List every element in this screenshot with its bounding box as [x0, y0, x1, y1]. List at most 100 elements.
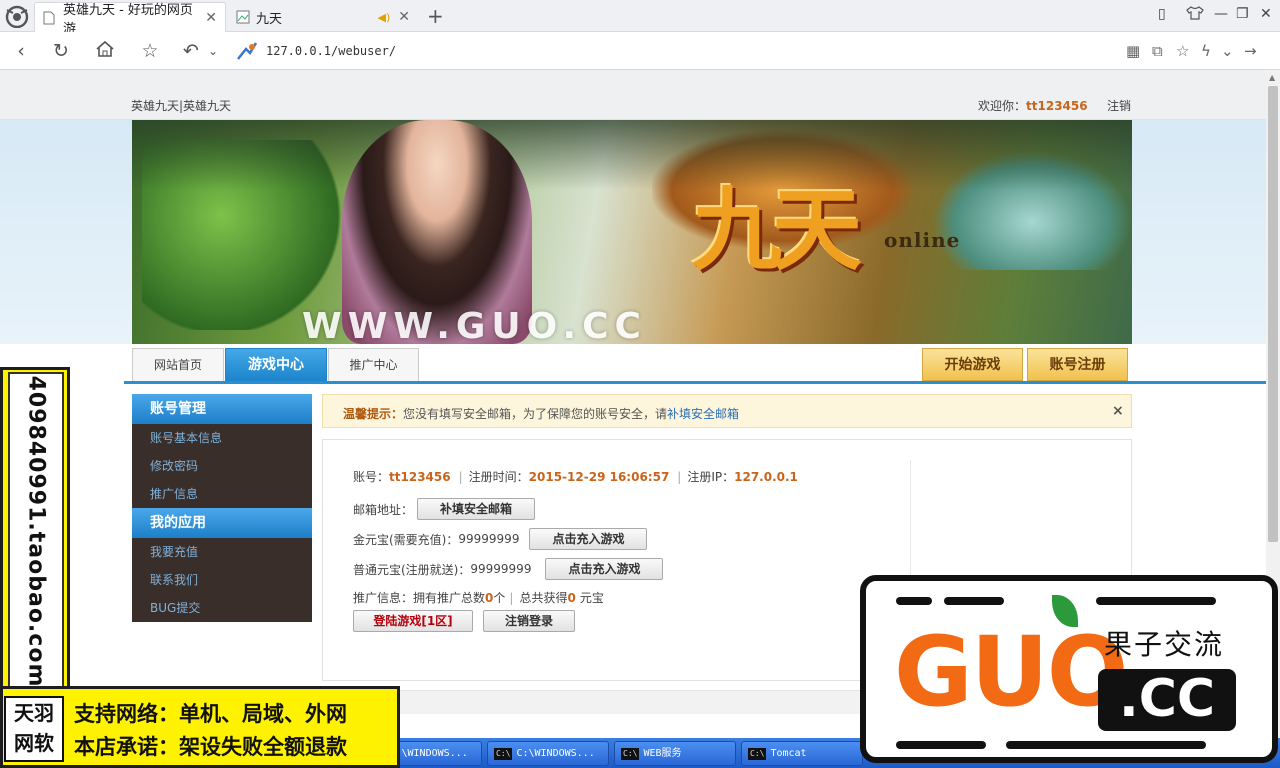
restore-icon[interactable]: ❐	[1236, 6, 1249, 22]
home-icon[interactable]	[92, 40, 118, 63]
new-tab-button[interactable]: +	[427, 4, 444, 28]
taskbar-label: Tomcat	[770, 748, 807, 759]
reg-ip-label: 注册IP：	[687, 470, 735, 484]
add-email-button[interactable]: 补填安全邮箱	[417, 498, 536, 520]
refresh-icon[interactable]: ↻	[48, 40, 74, 62]
tab-promo-center[interactable]: 推广中心	[328, 348, 419, 381]
forward-arrow-icon[interactable]: →	[1244, 42, 1257, 60]
cmd-icon: C:\	[494, 748, 513, 760]
game-logo: 九天	[692, 177, 862, 283]
game-banner: 九天 online WWW.GUO.CC	[132, 120, 1132, 344]
speaker-icon[interactable]: ◀)	[378, 11, 391, 24]
logo-dash	[1096, 597, 1216, 605]
sidebar-item-contact[interactable]: 联系我们	[132, 566, 312, 594]
email-label: 邮箱地址：	[353, 502, 414, 517]
tab-game-center[interactable]: 游戏中心	[225, 348, 327, 381]
guo-cn-text: 果子交流	[1104, 628, 1225, 661]
logo-dash	[896, 597, 932, 605]
promo-line: 支持网络：单机、局域、外网	[74, 702, 347, 726]
register-button[interactable]: 账号注册	[1027, 348, 1128, 381]
account-label: 账号：	[353, 470, 390, 484]
chevron-down-icon[interactable]: ⌄	[200, 44, 226, 58]
tab-jiutian[interactable]: 九天 ◀) ✕	[228, 2, 418, 32]
action-row: 登陆游戏[1区] 注销登录	[353, 610, 575, 632]
lightning-icon[interactable]: ϟ	[1201, 42, 1211, 60]
start-game-button[interactable]: 开始游戏	[922, 348, 1023, 381]
banner-sky	[132, 120, 1132, 190]
browser-logo-icon[interactable]	[3, 3, 31, 29]
url-field[interactable]: 127.0.0.1/webuser/	[236, 37, 1116, 65]
normal-label: 普通元宝(注册就送)：	[353, 562, 471, 577]
tab-close-icon[interactable]: ✕	[205, 10, 217, 26]
chevron-down-icon[interactable]: ⌄	[1221, 42, 1234, 60]
close-window-icon[interactable]: ✕	[1260, 6, 1272, 22]
email-row: 邮箱地址： 补填安全邮箱	[353, 498, 536, 520]
favorite-star-icon[interactable]: ☆	[1176, 42, 1189, 60]
gold-row: 金元宝(需要充值)： 99999999 点击充入游戏	[353, 528, 648, 550]
add-email-link[interactable]: 补填安全邮箱	[667, 407, 739, 421]
gold-label: 金元宝(需要充值)：	[353, 532, 459, 547]
url-text[interactable]: 127.0.0.1/webuser/	[266, 44, 396, 58]
skin-icon[interactable]	[1186, 6, 1204, 24]
notice-label: 温馨提示：	[343, 407, 404, 421]
taskbar-label: WEB服务	[643, 748, 682, 759]
promo-unit: 个	[493, 591, 506, 605]
taskbar-label: C:\WINDOWS...	[389, 748, 468, 759]
cmd-icon: C:\	[621, 748, 640, 760]
taskbar-item-cmd[interactable]: C:\C:\WINDOWS...	[487, 741, 609, 766]
minimize-icon[interactable]: —	[1214, 6, 1228, 22]
bookmark-star-icon[interactable]: ☆	[137, 40, 163, 62]
notice-message: 您没有填写安全邮箱，为了保障您的账号安全，请	[403, 407, 668, 421]
welcome-text: 欢迎你：tt123456	[978, 97, 1088, 114]
tab-close-icon[interactable]: ✕	[398, 9, 410, 25]
screenshot-icon[interactable]: ⧉	[1152, 42, 1163, 60]
tab-title: 九天	[256, 11, 283, 27]
scrollbar-thumb[interactable]	[1268, 86, 1278, 542]
promo-suffix: 元宝	[579, 591, 604, 605]
normal-row: 普通元宝(注册就送)： 99999999 点击充入游戏	[353, 558, 664, 580]
taskbar-label: C:\WINDOWS...	[516, 748, 595, 759]
sidebar-group-account: 账号管理	[132, 394, 312, 424]
sidebar-item-recharge[interactable]: 我要充值	[132, 538, 312, 566]
promo-badge-line: 网软	[14, 731, 54, 755]
sidebar-item-account-info[interactable]: 账号基本信息	[132, 424, 312, 452]
logo-dash	[944, 597, 1004, 605]
qr-code-icon[interactable]: ▦	[1126, 42, 1140, 60]
normal-value: 99999999	[470, 562, 532, 576]
tab-home[interactable]: 网站首页	[132, 348, 224, 381]
sidebar-group-apps: 我的应用	[132, 508, 312, 538]
watermark-url: WWW.GUO.CC	[302, 306, 647, 344]
promo-badge: 天羽 网软	[4, 696, 64, 762]
sidebar-item-promo-info[interactable]: 推广信息	[132, 480, 312, 508]
promo-row: 推广信息：拥有推广总数 0 个 | 总共获得 0 元宝	[353, 589, 604, 606]
promo-mid: 总共获得	[519, 591, 568, 605]
notice-close-icon[interactable]: ×	[1112, 403, 1124, 419]
site-name[interactable]: 英雄九天|英雄九天	[131, 97, 231, 114]
promo-vertical-box: 409840991.taobao.com	[8, 372, 64, 690]
reading-mode-icon[interactable]: ▯	[1158, 6, 1166, 22]
back-icon[interactable]: ‹	[8, 40, 34, 62]
sidebar: 账号管理 账号基本信息 修改密码 推广信息 我的应用 我要充值 联系我们 BUG…	[132, 394, 312, 622]
sidebar-item-change-password[interactable]: 修改密码	[132, 452, 312, 480]
normal-recharge-button[interactable]: 点击充入游戏	[545, 558, 664, 580]
username[interactable]: tt123456	[1026, 99, 1088, 113]
logo-dash	[896, 741, 986, 749]
tab-hero-jiutian[interactable]: 英雄九天 - 好玩的网页游 ✕	[34, 2, 226, 37]
gold-recharge-button[interactable]: 点击充入游戏	[529, 528, 648, 550]
logo-dash	[1006, 741, 1206, 749]
site-favicon-icon	[236, 41, 258, 61]
notice-bar: 温馨提示：您没有填写安全邮箱，为了保障您的账号安全，请补填安全邮箱 ×	[322, 394, 1132, 428]
separator: |	[677, 469, 682, 484]
taskbar-item-tomcat[interactable]: C:\ Tomcat	[741, 741, 863, 766]
browser-tab-bar: 英雄九天 - 好玩的网页游 ✕ 九天 ◀) ✕ + ▯ — ❐ ✕	[0, 0, 1280, 37]
sidebar-item-bug-report[interactable]: BUG提交	[132, 594, 312, 622]
taskbar-item-web-service[interactable]: C:\ WEB服务	[614, 741, 736, 766]
login-game-button[interactable]: 登陆游戏[1区]	[353, 610, 473, 632]
logout-link[interactable]: 注销	[1107, 97, 1131, 114]
address-bar: ‹ ↻ ☆ ↶ ⌄ 127.0.0.1/webuser/ ▦ ⧉ ☆ ϟ ⌄ →	[0, 32, 1280, 70]
gold-value: 99999999	[458, 532, 520, 546]
promo-line: 本店承诺：架设失败全额退款	[74, 735, 347, 759]
account-row: 账号： tt123456 | 注册时间： 2015-12-29 16:06:57…	[353, 468, 806, 485]
logout-button[interactable]: 注销登录	[483, 610, 575, 632]
scroll-up-icon[interactable]: ▲	[1269, 73, 1275, 82]
